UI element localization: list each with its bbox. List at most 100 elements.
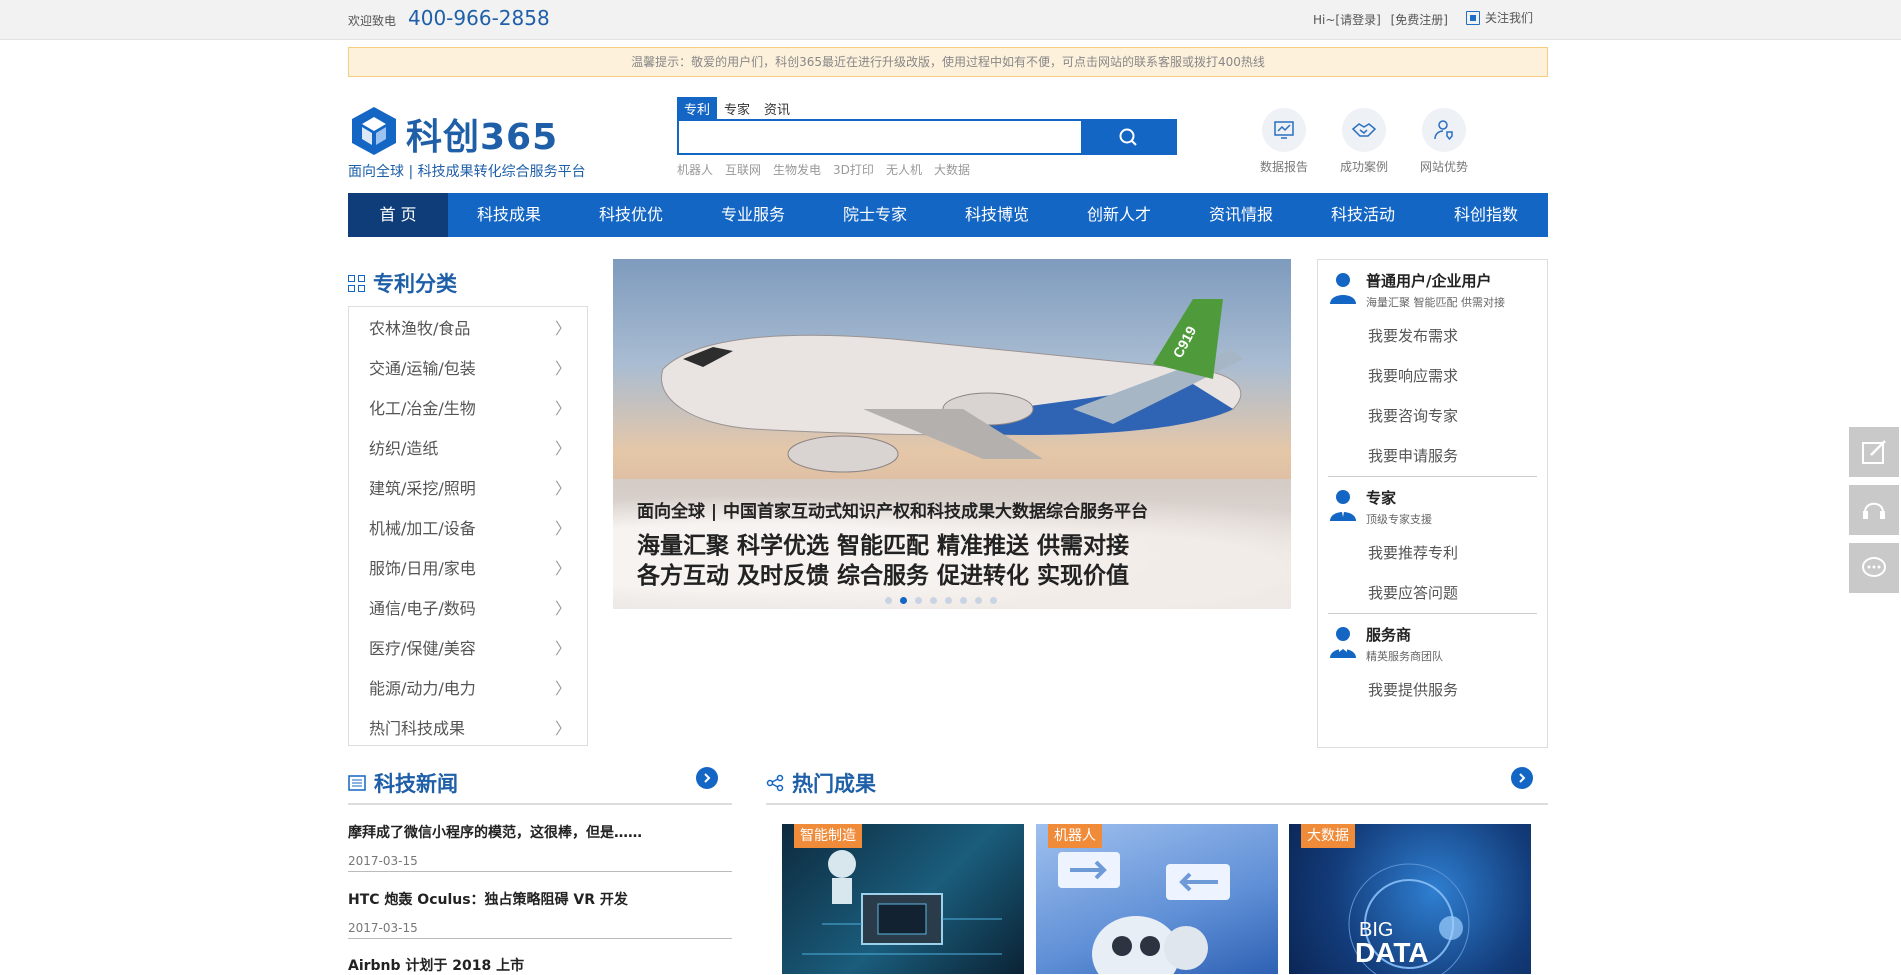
card-tag: 机器人 xyxy=(1048,824,1102,848)
news-more-button[interactable] xyxy=(696,767,718,789)
apply-service-link[interactable]: 我要申请服务 xyxy=(1328,436,1537,476)
chevron-right-icon xyxy=(704,773,711,783)
banner-headline: 面向全球 | 中国首家互动式知识产权和科技成果大数据综合服务平台 xyxy=(637,502,1149,522)
nav-item-index[interactable]: 科创指数 xyxy=(1424,193,1548,237)
news-item[interactable]: Airbnb 计划于 2018 上市 xyxy=(348,955,732,975)
expert-icon xyxy=(1330,490,1356,521)
category-title: 专利分类 xyxy=(373,272,457,296)
hot-more-button[interactable] xyxy=(1511,767,1533,789)
quick-link-advantages[interactable]: 网站优势 xyxy=(1420,108,1468,175)
banner-slogan-line2: 各方互动 及时反馈 综合服务 促进转化 实现价值 xyxy=(637,563,1130,589)
carousel-dot[interactable] xyxy=(930,597,937,604)
category-item[interactable]: 机械/加工/设备 〉 xyxy=(349,509,587,549)
search-area: 专利 专家 资讯 机器人 互联网 生物发电 3D打印 无人机 大数据 xyxy=(677,97,1177,177)
recommend-patent-link[interactable]: 我要推荐专利 xyxy=(1328,533,1537,573)
feedback-button[interactable] xyxy=(1849,427,1899,477)
register-link[interactable]: [免费注册] xyxy=(1391,13,1448,27)
category-item[interactable]: 纺织/造纸 〉 xyxy=(349,429,587,469)
hot-heading: 热门成果 xyxy=(766,768,876,798)
news-item-title: HTC 炮轰 Oculus：独占策略阻碍 VR 开发 xyxy=(348,892,628,908)
category-item[interactable]: 农林渔牧/食品 〉 xyxy=(349,309,587,349)
big-data-word-2: DATA xyxy=(1355,937,1429,968)
nav-item-events[interactable]: 科技活动 xyxy=(1302,193,1424,237)
consult-expert-link[interactable]: 我要咨询专家 xyxy=(1328,396,1537,436)
provide-service-link[interactable]: 我要提供服务 xyxy=(1328,670,1537,710)
account-links: Hi~[请登录] [免费注册] xyxy=(1313,11,1454,28)
category-item[interactable]: 医疗/保健/美容 〉 xyxy=(349,629,587,669)
user-group-title: 服务商 xyxy=(1366,626,1412,644)
hot-word[interactable]: 3D打印 xyxy=(833,161,874,178)
nav-item-expo[interactable]: 科技博览 xyxy=(936,193,1058,237)
nav-item-services[interactable]: 专业服务 xyxy=(692,193,814,237)
news-item[interactable]: HTC 炮轰 Oculus：独占策略阻碍 VR 开发 2017-03-15 xyxy=(348,889,732,935)
hero-banner[interactable]: C919 面向全球 | 中国首家互动式知识产权和科技成果大数据综合服务平台 海量… xyxy=(613,259,1291,609)
hot-word[interactable]: 大数据 xyxy=(934,161,970,178)
search-box xyxy=(677,119,1177,155)
category-label: 化工/冶金/生物 xyxy=(369,399,476,418)
headset-icon xyxy=(1863,502,1885,519)
quick-link-label: 数据报告 xyxy=(1259,160,1308,174)
login-link[interactable]: Hi~[请登录] xyxy=(1313,13,1381,27)
carousel-dot[interactable] xyxy=(885,597,892,604)
quick-links: 数据报告 成功案例 网站优势 xyxy=(1260,108,1468,175)
category-item[interactable]: 热门科技成果 〉 xyxy=(349,709,587,749)
hot-word[interactable]: 互联网 xyxy=(725,161,761,178)
news-separator xyxy=(348,938,732,939)
follow-us-link[interactable]: 关注我们 xyxy=(1466,9,1533,26)
quick-link-label: 网站优势 xyxy=(1419,160,1468,174)
search-input[interactable] xyxy=(679,121,1083,153)
nav-item-achievements[interactable]: 科技成果 xyxy=(448,193,570,237)
hot-card-big-data[interactable]: 大数据 BIG DATA xyxy=(1289,824,1531,974)
category-item[interactable]: 能源/动力/电力 〉 xyxy=(349,669,587,709)
carousel-dot[interactable] xyxy=(975,597,982,604)
customer-service-button[interactable] xyxy=(1849,485,1899,535)
news-item-date: 2017-03-15 xyxy=(348,854,418,868)
user-group-subtitle: 精英服务商团队 xyxy=(1366,650,1443,663)
nav-item-talent[interactable]: 创新人才 xyxy=(1058,193,1180,237)
category-item[interactable]: 交通/运输/包装 〉 xyxy=(349,349,587,389)
search-tab-patent[interactable]: 专利 xyxy=(677,97,718,119)
carousel-dot[interactable] xyxy=(945,597,952,604)
category-label: 交通/运输/包装 xyxy=(369,359,476,378)
search-tabs: 专利 专家 资讯 xyxy=(677,97,1177,119)
site-logo[interactable]: 科创365 面向全球 | 科技成果转化综合服务平台 xyxy=(348,105,598,180)
category-item[interactable]: 通信/电子/数码 〉 xyxy=(349,589,587,629)
nav-item-intelligence[interactable]: 资讯情报 xyxy=(1180,193,1302,237)
nav-item-academicians[interactable]: 院士专家 xyxy=(814,193,936,237)
quick-link-success-cases[interactable]: 成功案例 xyxy=(1340,108,1388,175)
search-tab-expert[interactable]: 专家 xyxy=(717,97,757,119)
carousel-dot[interactable] xyxy=(960,597,967,604)
hot-word[interactable]: 机器人 xyxy=(677,161,713,178)
hot-card-robot[interactable]: 机器人 xyxy=(1036,824,1278,974)
floating-toolbar xyxy=(1849,427,1901,601)
hot-word[interactable]: 生物发电 xyxy=(773,161,821,178)
chevron-right-icon xyxy=(1519,773,1526,783)
category-label: 热门科技成果 xyxy=(369,719,466,738)
hot-card-smart-manufacturing[interactable]: 智能制造 xyxy=(782,824,1024,974)
category-item[interactable]: 服饰/日用/家电 〉 xyxy=(349,549,587,589)
chat-button[interactable] xyxy=(1849,543,1899,593)
chart-icon xyxy=(1274,121,1294,139)
category-item[interactable]: 化工/冶金/生物 〉 xyxy=(349,389,587,429)
hot-word[interactable]: 无人机 xyxy=(886,161,922,178)
respond-demand-link[interactable]: 我要响应需求 xyxy=(1328,356,1537,396)
search-button[interactable] xyxy=(1081,121,1175,153)
qrcode-icon xyxy=(1466,10,1480,25)
answer-question-link[interactable]: 我要应答问题 xyxy=(1328,573,1537,613)
carousel-dot[interactable] xyxy=(915,597,922,604)
card-tag: 智能制造 xyxy=(794,824,862,848)
carousel-dot-active[interactable] xyxy=(900,597,907,604)
quick-link-data-report[interactable]: 数据报告 xyxy=(1260,108,1308,175)
search-tab-news[interactable]: 资讯 xyxy=(757,97,797,119)
publish-demand-link[interactable]: 我要发布需求 xyxy=(1328,316,1537,356)
chevron-right-icon: 〉 xyxy=(554,319,571,338)
user-panel: 普通用户/企业用户 海量汇聚 智能匹配 供需对接 我要发布需求 我要响应需求 我… xyxy=(1317,259,1548,748)
nav-item-home[interactable]: 首 页 xyxy=(348,193,448,237)
category-label: 农林渔牧/食品 xyxy=(369,319,471,338)
news-item[interactable]: 摩拜成了微信小程序的模范，这很棒，但是…… 2017-03-15 xyxy=(348,822,732,868)
category-item[interactable]: 建筑/采挖/照明 〉 xyxy=(349,469,587,509)
carousel-dot[interactable] xyxy=(990,597,997,604)
chevron-right-icon: 〉 xyxy=(554,479,571,498)
news-heading: 科技新闻 xyxy=(348,768,458,798)
nav-item-selected[interactable]: 科技优优 xyxy=(570,193,692,237)
